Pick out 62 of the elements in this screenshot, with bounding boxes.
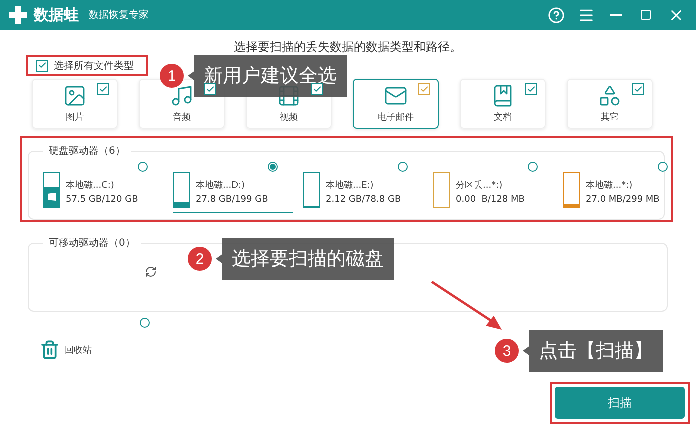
checkbox[interactable] <box>418 83 430 95</box>
maximize-icon <box>640 9 652 21</box>
checkbox[interactable] <box>204 83 216 95</box>
recycle-bin-label[interactable]: 回收站 <box>65 344 92 356</box>
checkbox[interactable] <box>525 83 537 95</box>
card-label: 视频 <box>280 112 298 124</box>
drive-size: 0.00 B/128 MB <box>456 195 525 205</box>
callout-tooltip: 点击【扫描】 <box>523 330 663 372</box>
arrow-drawing <box>431 280 502 330</box>
checkbox-label: 选择所有文件类型 <box>54 60 134 72</box>
checkbox[interactable] <box>632 83 644 95</box>
radio-button[interactable] <box>398 162 408 172</box>
file-type-card[interactable]: 文档 <box>460 79 546 129</box>
drive-item[interactable]: 本地磁...D:) 27.8 GB/199 GB <box>173 162 293 213</box>
radio-button[interactable] <box>268 162 278 172</box>
card-label: 文档 <box>494 112 512 124</box>
shapes-icon <box>598 84 622 108</box>
drive-name: 本地磁...C:) <box>66 180 116 192</box>
cross-logo-icon <box>8 5 28 25</box>
music-icon <box>170 84 194 108</box>
drive-size: 57.5 GB/120 GB <box>66 195 138 205</box>
radio-button[interactable] <box>528 162 538 172</box>
file-type-card[interactable]: 其它 <box>567 79 653 129</box>
minimize-icon <box>610 14 622 16</box>
step-number: 3 <box>495 339 519 363</box>
drive-name: 本地磁...*:) <box>586 180 634 192</box>
drive-item[interactable]: 本地磁...*:) 27.0 MB/299 MB <box>563 162 683 213</box>
checkbox[interactable] <box>36 60 48 72</box>
card-label: 音频 <box>173 112 191 124</box>
drive-name: 本地磁...E:) <box>326 180 375 192</box>
file-type-card[interactable]: 电子邮件 <box>353 79 439 129</box>
file-type-card[interactable]: 图片 <box>32 79 118 129</box>
section-title: 硬盘驱动器（6） <box>48 145 126 158</box>
scan-button[interactable]: 扫描 <box>555 387 685 419</box>
help-icon <box>548 6 564 24</box>
section-title: 可移动驱动器（0） <box>48 237 136 250</box>
logo-text: 数据蛙 <box>34 6 79 24</box>
card-label: 电子邮件 <box>378 112 414 124</box>
radio-button[interactable] <box>140 318 150 328</box>
drive-item[interactable]: 本地磁...C:) 57.5 GB/120 GB <box>43 162 163 213</box>
drive-size: 27.8 GB/199 GB <box>196 195 268 205</box>
refresh-icon[interactable] <box>145 266 157 278</box>
app-subtitle: 数据恢复专家 <box>89 8 149 22</box>
card-label: 其它 <box>601 112 619 124</box>
radio-button[interactable] <box>138 162 148 172</box>
checkbox[interactable] <box>97 83 109 95</box>
drive-item[interactable]: 本地磁...E:) 2.12 GB/78.8 GB <box>303 162 423 213</box>
drive-size: 2.12 GB/78.8 GB <box>326 195 402 205</box>
instruction-text: 选择要扫描的丢失数据的数据类型和路径。 <box>233 39 463 55</box>
picture-icon <box>63 84 87 108</box>
callout-tooltip: 选择要扫描的磁盘 <box>216 238 394 280</box>
card-label: 图片 <box>66 112 84 124</box>
radio-button[interactable] <box>658 162 668 172</box>
drive-name: 本地磁...D:) <box>196 180 246 192</box>
checkbox[interactable] <box>311 83 323 95</box>
callout-tooltip: 新用户建议全选 <box>188 55 347 97</box>
step-number: 2 <box>188 247 212 271</box>
trash-icon <box>40 340 60 360</box>
step-number: 1 <box>160 64 184 88</box>
drive-size: 27.0 MB/299 MB <box>586 195 660 205</box>
drive-name: 分区丢...*:) <box>456 180 504 192</box>
drive-item[interactable]: 分区丢...*:) 0.00 B/128 MB <box>433 162 553 213</box>
